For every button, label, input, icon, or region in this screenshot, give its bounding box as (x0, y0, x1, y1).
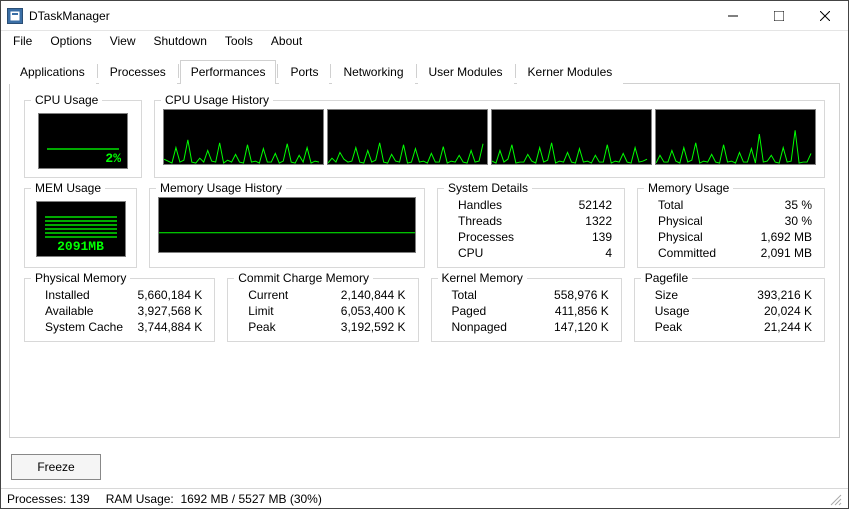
pm-available-label: Available (45, 304, 93, 318)
mem-physical-pct-label: Physical (658, 214, 703, 228)
mem-physical-mb-value: 1,692 MB (761, 230, 812, 244)
menu-tools[interactable]: Tools (217, 32, 261, 50)
cpu-history-core-1 (327, 109, 488, 165)
tab-ports[interactable]: Ports (279, 60, 329, 84)
cc-peak-value: 3,192,592 K (341, 320, 406, 334)
system-details-group: System Details Handles52142 Threads1322 … (437, 188, 625, 268)
cc-current-value: 2,140,844 K (341, 288, 406, 302)
pm-cache-value: 3,744,884 K (138, 320, 203, 334)
cpu-history-core-2 (491, 109, 652, 165)
mem-usage-value: 2091MB (57, 239, 104, 254)
menu-about[interactable]: About (263, 32, 310, 50)
maximize-button[interactable] (756, 1, 802, 30)
close-button[interactable] (802, 1, 848, 30)
tab-networking[interactable]: Networking (332, 60, 414, 84)
cpu-usage-label: CPU Usage (31, 93, 102, 107)
mem-total-value: 35 % (785, 198, 812, 212)
memory-usage-label: Memory Usage (644, 181, 733, 195)
pm-installed-label: Installed (45, 288, 90, 302)
window-title: DTaskManager (29, 9, 710, 23)
mem-physical-mb-label: Physical (658, 230, 703, 244)
pf-size-value: 393,216 K (757, 288, 812, 302)
mem-usage-group: MEM Usage 2091MB (24, 188, 137, 268)
mem-committed-value: 2,091 MB (761, 246, 812, 260)
pm-cache-label: System Cache (45, 320, 123, 334)
minimize-button[interactable] (710, 1, 756, 30)
pf-size-label: Size (655, 288, 678, 302)
app-icon (7, 8, 23, 24)
pf-peak-value: 21,244 K (764, 320, 812, 334)
km-nonpaged-label: Nonpaged (452, 320, 507, 334)
tab-performances[interactable]: Performances (180, 60, 277, 84)
tab-kerner-modules[interactable]: Kerner Modules (517, 60, 624, 84)
kernel-memory-group: Kernel Memory Total558,976 K Paged411,85… (431, 278, 622, 342)
titlebar: DTaskManager (1, 1, 848, 31)
cc-current-label: Current (248, 288, 288, 302)
menu-options[interactable]: Options (42, 32, 99, 50)
processes-label: Processes (458, 230, 514, 244)
physical-memory-label: Physical Memory (31, 271, 130, 285)
cpu-usage-group: CPU Usage 2% (24, 100, 142, 178)
pf-peak-label: Peak (655, 320, 682, 334)
mem-history-label: Memory Usage History (156, 181, 286, 195)
km-paged-value: 411,856 K (555, 304, 609, 318)
commit-charge-group: Commit Charge Memory Current2,140,844 K … (227, 278, 418, 342)
mem-usage-gauge: 2091MB (36, 201, 126, 257)
km-total-label: Total (452, 288, 477, 302)
pf-usage-value: 20,024 K (764, 304, 812, 318)
system-details-label: System Details (444, 181, 532, 195)
cpu-count-value: 4 (605, 246, 612, 260)
status-processes: Processes: 139 (7, 492, 90, 506)
statusbar: Processes: 139 RAM Usage: 1692 MB / 5527… (1, 488, 848, 508)
mem-physical-pct-value: 30 % (785, 214, 812, 228)
cpu-count-label: CPU (458, 246, 483, 260)
km-total-value: 558,976 K (554, 288, 609, 302)
threads-value: 1322 (585, 214, 612, 228)
status-ram: RAM Usage: 1692 MB / 5527 MB (30%) (106, 492, 322, 506)
window-controls (710, 1, 848, 30)
pm-installed-value: 5,660,184 K (138, 288, 203, 302)
cc-limit-label: Limit (248, 304, 273, 318)
freeze-button[interactable]: Freeze (11, 454, 101, 480)
km-paged-label: Paged (452, 304, 487, 318)
physical-memory-group: Physical Memory Installed5,660,184 K Ava… (24, 278, 215, 342)
menubar: File Options View Shutdown Tools About (1, 31, 848, 51)
cc-limit-value: 6,053,400 K (341, 304, 406, 318)
pagefile-label: Pagefile (641, 271, 692, 285)
threads-label: Threads (458, 214, 502, 228)
cpu-usage-value: 2% (105, 151, 121, 166)
processes-value: 139 (592, 230, 612, 244)
pf-usage-label: Usage (655, 304, 690, 318)
mem-history-chart (158, 197, 416, 253)
tab-processes[interactable]: Processes (99, 60, 177, 84)
commit-charge-label: Commit Charge Memory (234, 271, 373, 285)
pagefile-group: Pagefile Size393,216 K Usage20,024 K Pea… (634, 278, 825, 342)
menu-view[interactable]: View (102, 32, 144, 50)
bottom-panel: Freeze (1, 446, 848, 488)
tab-content-performances: CPU Usage 2% CPU Usage History MEM Usage… (9, 84, 840, 438)
resize-grip-icon[interactable] (828, 492, 842, 506)
mem-history-group: Memory Usage History (149, 188, 425, 268)
kernel-memory-label: Kernel Memory (438, 271, 527, 285)
cc-peak-label: Peak (248, 320, 275, 334)
handles-label: Handles (458, 198, 502, 212)
pm-available-value: 3,927,568 K (138, 304, 203, 318)
handles-value: 52142 (579, 198, 612, 212)
mem-committed-label: Committed (658, 246, 716, 260)
cpu-history-label: CPU Usage History (161, 93, 273, 107)
menu-shutdown[interactable]: Shutdown (146, 32, 215, 50)
tab-strip: Applications Processes Performances Port… (9, 59, 840, 84)
cpu-usage-gauge: 2% (38, 113, 128, 169)
cpu-history-group: CPU Usage History (154, 100, 825, 178)
tab-user-modules[interactable]: User Modules (418, 60, 514, 84)
cpu-history-core-0 (163, 109, 324, 165)
km-nonpaged-value: 147,120 K (554, 320, 609, 334)
tab-applications[interactable]: Applications (9, 60, 96, 84)
mem-usage-label: MEM Usage (31, 181, 105, 195)
mem-total-label: Total (658, 198, 683, 212)
memory-usage-group: Memory Usage Total35 % Physical30 % Phys… (637, 188, 825, 268)
cpu-history-core-3 (655, 109, 816, 165)
menu-file[interactable]: File (5, 32, 40, 50)
